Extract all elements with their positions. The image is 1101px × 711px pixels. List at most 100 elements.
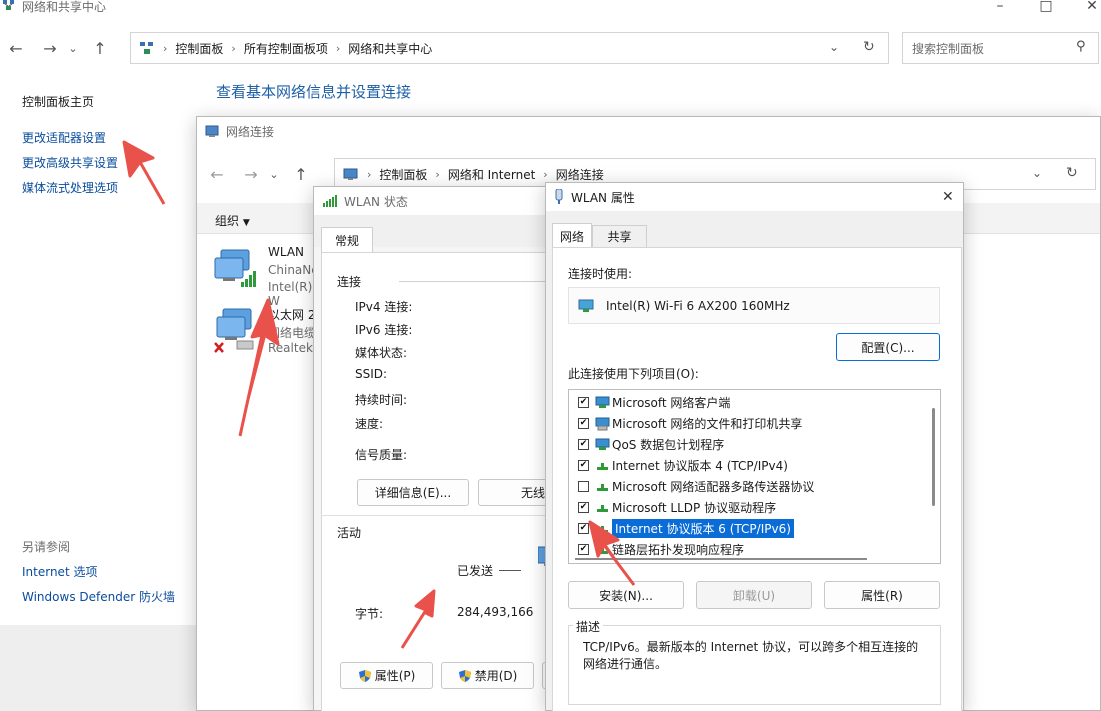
tab-sharing[interactable]: 共享 bbox=[592, 225, 647, 247]
list-item[interactable]: ✔ 链路层拓扑发现响应程序 bbox=[569, 539, 940, 560]
list-item[interactable]: ✔ Internet 协议版本 6 (TCP/IPv6) bbox=[569, 518, 940, 539]
adapter-item-wlan[interactable]: WLAN ChinaNe Intel(R) W bbox=[213, 242, 323, 308]
qos-icon bbox=[595, 438, 610, 450]
see-also-internet-options[interactable]: Internet 选项 bbox=[22, 563, 97, 580]
checkbox[interactable] bbox=[578, 481, 589, 492]
sent-line bbox=[499, 570, 521, 571]
list-item[interactable]: ✔ Microsoft 网络客户端 bbox=[569, 392, 940, 413]
sent-label: 已发送 bbox=[457, 564, 494, 578]
breadcrumb-network-internet[interactable]: 网络和 Internet bbox=[448, 166, 535, 183]
uninstall-button[interactable]: 卸载(U) bbox=[696, 581, 812, 609]
refresh-icon[interactable]: ↻ bbox=[863, 39, 875, 55]
close-icon[interactable]: ✕ bbox=[942, 189, 954, 205]
chevron-down-icon[interactable]: ⌄ bbox=[829, 40, 839, 54]
protocol-icon bbox=[597, 462, 608, 470]
checkbox[interactable]: ✔ bbox=[578, 544, 589, 555]
components-list[interactable]: ✔ Microsoft 网络客户端 ✔ Microsoft 网络的文件和打印机共享 ✔ Q… bbox=[568, 389, 941, 564]
chevron-right-icon: › bbox=[335, 41, 341, 55]
organize-label: 组织 bbox=[215, 214, 240, 228]
activity-group-label: 活动 bbox=[337, 526, 362, 540]
recent-dropdown-button[interactable]: ⌄ bbox=[64, 34, 82, 62]
up-button[interactable]: ↑ bbox=[86, 34, 114, 62]
chevron-down-icon[interactable]: ⌄ bbox=[1032, 166, 1042, 180]
adapter-item-ethernet[interactable]: 以太网 2 网络电缆 Realtek bbox=[213, 303, 323, 355]
checkbox[interactable]: ✔ bbox=[578, 502, 589, 513]
network-center-icon bbox=[140, 42, 153, 54]
list-item[interactable]: Microsoft 网络适配器多路传送器协议 bbox=[569, 476, 940, 497]
network-connections-icon bbox=[343, 168, 358, 180]
refresh-icon[interactable]: ↻ bbox=[1066, 165, 1078, 181]
horizontal-scrollbar[interactable] bbox=[575, 558, 867, 560]
breadcrumb-control-panel[interactable]: 控制面板 bbox=[379, 166, 427, 183]
network-connections-icon bbox=[205, 125, 219, 137]
disable-label: 禁用(D) bbox=[474, 669, 518, 683]
window-title: WLAN 状态 bbox=[344, 194, 408, 209]
list-item[interactable]: ✔ QoS 数据包计划程序 bbox=[569, 434, 940, 455]
title-bar: 网络和共享中心 – □ ✕ bbox=[0, 0, 1101, 20]
page-heading: 查看基本网络信息并设置连接 bbox=[216, 83, 412, 101]
breadcrumb-all-items[interactable]: 所有控制面板项 bbox=[244, 40, 328, 57]
tab-networking[interactable]: 网络 bbox=[552, 223, 592, 248]
chevron-right-icon: › bbox=[231, 41, 236, 55]
scrollbar-thumb[interactable] bbox=[932, 408, 935, 506]
bytes-label: 字节: bbox=[355, 607, 384, 621]
sidebar-link-advanced-sharing[interactable]: 更改高级共享设置 bbox=[22, 154, 118, 171]
adapter-name: Intel(R) Wi-Fi 6 AX200 160MHz bbox=[606, 298, 790, 313]
list-item-label: Microsoft 网络客户端 bbox=[612, 396, 731, 410]
search-icon[interactable]: ⚲ bbox=[1076, 39, 1086, 54]
minimize-button[interactable]: – bbox=[977, 0, 1023, 16]
field-ssid: SSID: bbox=[355, 367, 388, 381]
connection-fields: IPv4 连接: IPv6 连接: 媒体状态: SSID: 持续时间: 速度: bbox=[355, 298, 412, 439]
checkbox[interactable]: ✔ bbox=[578, 523, 589, 534]
adapter-network: ChinaNe bbox=[268, 263, 319, 277]
adapter-device: Realtek bbox=[268, 341, 313, 355]
list-item[interactable]: ✔ Microsoft LLDP 协议驱动程序 bbox=[569, 497, 940, 518]
list-item[interactable]: ✔ Microsoft 网络的文件和打印机共享 bbox=[569, 413, 940, 434]
shield-icon bbox=[458, 669, 471, 682]
window-title: 网络连接 bbox=[226, 124, 275, 139]
list-item-label: 链路层拓扑发现响应程序 bbox=[612, 543, 745, 557]
ethernet-adapter-icon bbox=[214, 308, 254, 353]
tab-general[interactable]: 常规 bbox=[321, 227, 373, 253]
sidebar-home-link[interactable]: 控制面板主页 bbox=[22, 93, 94, 110]
checkbox[interactable]: ✔ bbox=[578, 397, 589, 408]
item-properties-button[interactable]: 属性(R) bbox=[824, 581, 940, 609]
address-bar[interactable]: › 控制面板 › 所有控制面板项 › 网络和共享中心 ⌄ ↻ bbox=[130, 32, 889, 64]
adapter-field: Intel(R) Wi-Fi 6 AX200 160MHz bbox=[568, 287, 940, 324]
up-button[interactable]: ↑ bbox=[287, 160, 315, 188]
maximize-button[interactable]: □ bbox=[1023, 0, 1069, 16]
field-speed: 速度: bbox=[355, 417, 384, 431]
search-box[interactable]: 搜索控制面板 ⚲ bbox=[902, 32, 1099, 64]
back-button[interactable]: ← bbox=[2, 34, 30, 62]
checkbox[interactable]: ✔ bbox=[578, 439, 589, 450]
breadcrumb-control-panel[interactable]: 控制面板 bbox=[175, 40, 223, 57]
disable-button[interactable]: 禁用(D) bbox=[441, 662, 534, 689]
chevron-right-icon: › bbox=[435, 167, 440, 181]
organize-menu[interactable]: 组织 ▼ bbox=[215, 212, 250, 229]
chevron-right-icon: › bbox=[543, 167, 548, 181]
checkbox[interactable]: ✔ bbox=[578, 418, 589, 429]
list-item[interactable]: ✔ Internet 协议版本 4 (TCP/IPv4) bbox=[569, 455, 940, 476]
details-button[interactable]: 详细信息(E)... bbox=[357, 479, 469, 506]
close-button[interactable]: ✕ bbox=[1069, 0, 1101, 16]
see-also-label: 另请参阅 bbox=[22, 540, 71, 554]
back-button[interactable]: ← bbox=[203, 160, 231, 188]
network-adapter-icon bbox=[578, 299, 594, 312]
list-item-label: Microsoft 网络适配器多路传送器协议 bbox=[612, 480, 815, 494]
forward-button[interactable]: → bbox=[36, 34, 64, 62]
configure-button[interactable]: 配置(C)... bbox=[836, 333, 940, 361]
properties-button[interactable]: 属性(P) bbox=[340, 662, 433, 689]
breadcrumb-network-center[interactable]: 网络和共享中心 bbox=[348, 40, 432, 57]
recent-dropdown-button[interactable]: ⌄ bbox=[265, 160, 283, 188]
checkbox[interactable]: ✔ bbox=[578, 460, 589, 471]
forward-button[interactable]: → bbox=[237, 160, 265, 188]
sidebar-link-media-streaming[interactable]: 媒体流式处理选项 bbox=[22, 179, 118, 196]
field-media-state: 媒体状态: bbox=[355, 346, 408, 360]
breadcrumb-network-connections[interactable]: 网络连接 bbox=[556, 166, 604, 183]
bytes-sent-value: 284,493,166 bbox=[457, 605, 534, 619]
adapter-name: WLAN bbox=[268, 245, 305, 259]
install-button[interactable]: 安装(N)... bbox=[568, 581, 684, 609]
see-also-defender-firewall[interactable]: Windows Defender 防火墙 bbox=[22, 588, 175, 605]
title-bar: WLAN 属性 ✕ bbox=[546, 183, 963, 211]
sidebar-link-adapter-settings[interactable]: 更改适配器设置 bbox=[22, 129, 106, 146]
